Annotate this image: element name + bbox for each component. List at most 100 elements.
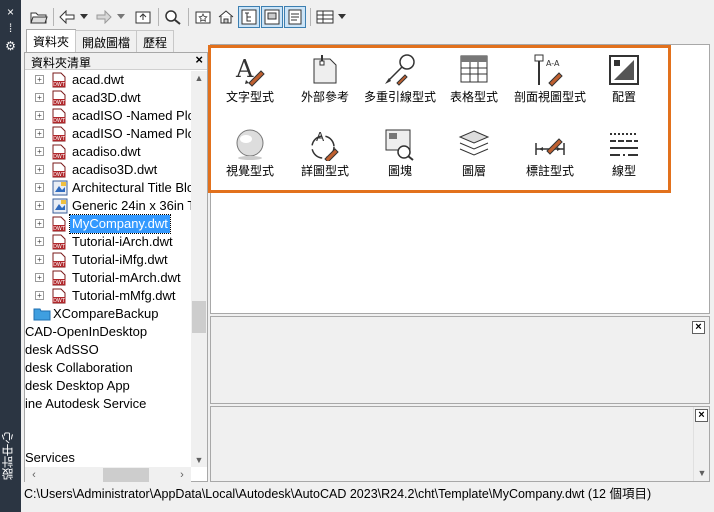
folder-list-header: 資料夾清單 × (25, 52, 207, 70)
tree-view-icon (241, 9, 257, 25)
expand-toggle[interactable]: + (35, 219, 44, 228)
scroll-left-arrow[interactable]: ‹ (27, 467, 41, 483)
tree-row-label: acadiso3D.dwt (72, 162, 158, 177)
expand-toggle[interactable]: + (35, 183, 44, 192)
expand-toggle[interactable]: + (35, 255, 44, 264)
favorites-button[interactable] (192, 6, 214, 28)
tree-row[interactable] (25, 431, 191, 449)
tree-row[interactable]: + DWT Tutorial-iArch.dwt (25, 233, 191, 251)
tree-row[interactable]: + DWT acadiso3D.dwt (25, 161, 191, 179)
dwt-file-icon: DWT (52, 234, 66, 250)
home-icon (218, 10, 234, 24)
search-button[interactable] (162, 6, 184, 28)
folder-list-title: 資料夾清單 (31, 56, 92, 70)
expand-toggle[interactable]: + (35, 75, 44, 84)
tree-horizontal-scrollbar[interactable]: ‹ › (25, 467, 191, 483)
forward-button[interactable] (94, 6, 114, 28)
dwt-file-icon: DWT (52, 126, 66, 142)
tree-row[interactable]: ine Autodesk Service (25, 395, 191, 413)
up-button[interactable] (132, 6, 154, 28)
tab-history[interactable]: 歷程 (136, 30, 175, 52)
tree-row[interactable]: + DWT Tutorial-mMfg.dwt (25, 287, 191, 305)
tree-row-label: MyCompany.dwt (69, 214, 171, 234)
tree-row[interactable]: desk Collaboration (25, 359, 191, 377)
close-preview-button[interactable]: × (692, 321, 705, 334)
expand-toggle[interactable]: + (35, 129, 44, 138)
favorites-icon (195, 11, 211, 24)
tree-row-label: Tutorial-mMfg.dwt (72, 288, 176, 303)
scroll-down-arrow[interactable]: ▼ (694, 466, 710, 480)
expand-toggle[interactable]: + (35, 93, 44, 102)
tree-row-label: Tutorial-mArch.dwt (72, 270, 181, 285)
tree-row[interactable]: + DWT acad.dwt (25, 71, 191, 89)
load-button[interactable] (28, 6, 50, 28)
dwt-file-icon: DWT (52, 90, 66, 106)
tree-row-label: acad3D.dwt (72, 90, 141, 105)
arrow-left-icon (59, 10, 75, 24)
preview-toggle[interactable] (261, 6, 283, 28)
description-scrollbar[interactable]: × ▼ (693, 407, 709, 481)
tree-vertical-scrollbar[interactable]: ▲ ▼ (191, 71, 207, 467)
folder-icon (33, 307, 51, 323)
svg-text:DWT: DWT (53, 154, 66, 160)
expand-toggle[interactable]: + (35, 237, 44, 246)
tree-row[interactable]: CAD-OpenInDesktop (25, 323, 191, 341)
move-palette-handle[interactable]: ⁞ (3, 22, 18, 35)
tree-row[interactable]: + DWT acad3D.dwt (25, 89, 191, 107)
title-block-icon (52, 198, 68, 214)
dwt-file-icon: DWT (52, 144, 66, 160)
scroll-up-arrow[interactable]: ▲ (191, 71, 207, 85)
tree-row[interactable]: + DWT acadISO -Named Plo (25, 107, 191, 125)
expand-toggle[interactable]: + (35, 111, 44, 120)
views-icon (316, 10, 334, 24)
tree-row[interactable]: + Generic 24in x 36in Ti (25, 197, 191, 215)
expand-toggle[interactable]: + (35, 201, 44, 210)
tree-row[interactable] (25, 413, 191, 431)
tree-row-label: ine Autodesk Service (25, 396, 147, 411)
home-button[interactable] (215, 6, 237, 28)
views-button[interactable] (314, 6, 336, 28)
expand-toggle[interactable]: + (35, 291, 44, 300)
arrow-right-icon (96, 10, 112, 24)
forward-dropdown[interactable] (116, 6, 126, 28)
tree-row[interactable]: + DWT acadiso.dwt (25, 143, 191, 161)
folder-tree[interactable]: + DWT acad.dwt + DWT acad3D.dwt + DWT acadISO -N… (25, 71, 191, 467)
tree-row[interactable]: + DWT acadISO -Named Plo (25, 125, 191, 143)
search-icon (165, 10, 181, 25)
back-button[interactable] (57, 6, 77, 28)
tree-row[interactable]: + DWT Tutorial-mArch.dwt (25, 269, 191, 287)
tree-row[interactable]: XCompareBackup (25, 305, 191, 323)
tree-row[interactable]: desk Desktop App (25, 377, 191, 395)
tree-row[interactable]: Services (25, 449, 191, 467)
tree-row[interactable]: desk AdSSO (25, 341, 191, 359)
expand-toggle[interactable]: + (35, 147, 44, 156)
svg-text:DWT: DWT (53, 244, 66, 250)
tree-row[interactable]: + DWT MyCompany.dwt (25, 214, 191, 234)
close-description-button[interactable]: × (695, 409, 708, 422)
close-palette-button[interactable]: × (3, 6, 18, 19)
expand-toggle[interactable]: + (35, 273, 44, 282)
dwt-file-icon: DWT (52, 162, 66, 178)
tree-row-label: desk AdSSO (25, 342, 99, 357)
tree-row[interactable]: + Architectural Title Blo (25, 179, 191, 197)
close-folder-list-button[interactable]: × (195, 52, 203, 67)
tab-folders[interactable]: 資料夾 (26, 29, 77, 53)
svg-text:DWT: DWT (53, 136, 66, 142)
scroll-down-arrow[interactable]: ▼ (191, 453, 207, 467)
description-pane: × ▼ (210, 406, 710, 482)
tree-view-toggle[interactable] (238, 6, 260, 28)
tree-row-label: Generic 24in x 36in Ti (72, 198, 191, 213)
scroll-thumb[interactable] (103, 468, 149, 482)
expand-toggle[interactable]: + (35, 165, 44, 174)
scroll-thumb[interactable] (192, 301, 206, 333)
chevron-down-icon (80, 14, 88, 19)
palette-properties-button[interactable]: ⚙ (3, 40, 18, 53)
tab-open-drawings[interactable]: 開啟圖檔 (75, 30, 138, 52)
description-toggle[interactable] (284, 6, 306, 28)
tree-row[interactable]: + DWT Tutorial-iMfg.dwt (25, 251, 191, 269)
scroll-right-arrow[interactable]: › (175, 467, 189, 483)
dwt-file-icon: DWT (52, 108, 66, 124)
views-dropdown[interactable] (337, 6, 347, 28)
toolbar (24, 4, 714, 30)
back-dropdown[interactable] (79, 6, 89, 28)
